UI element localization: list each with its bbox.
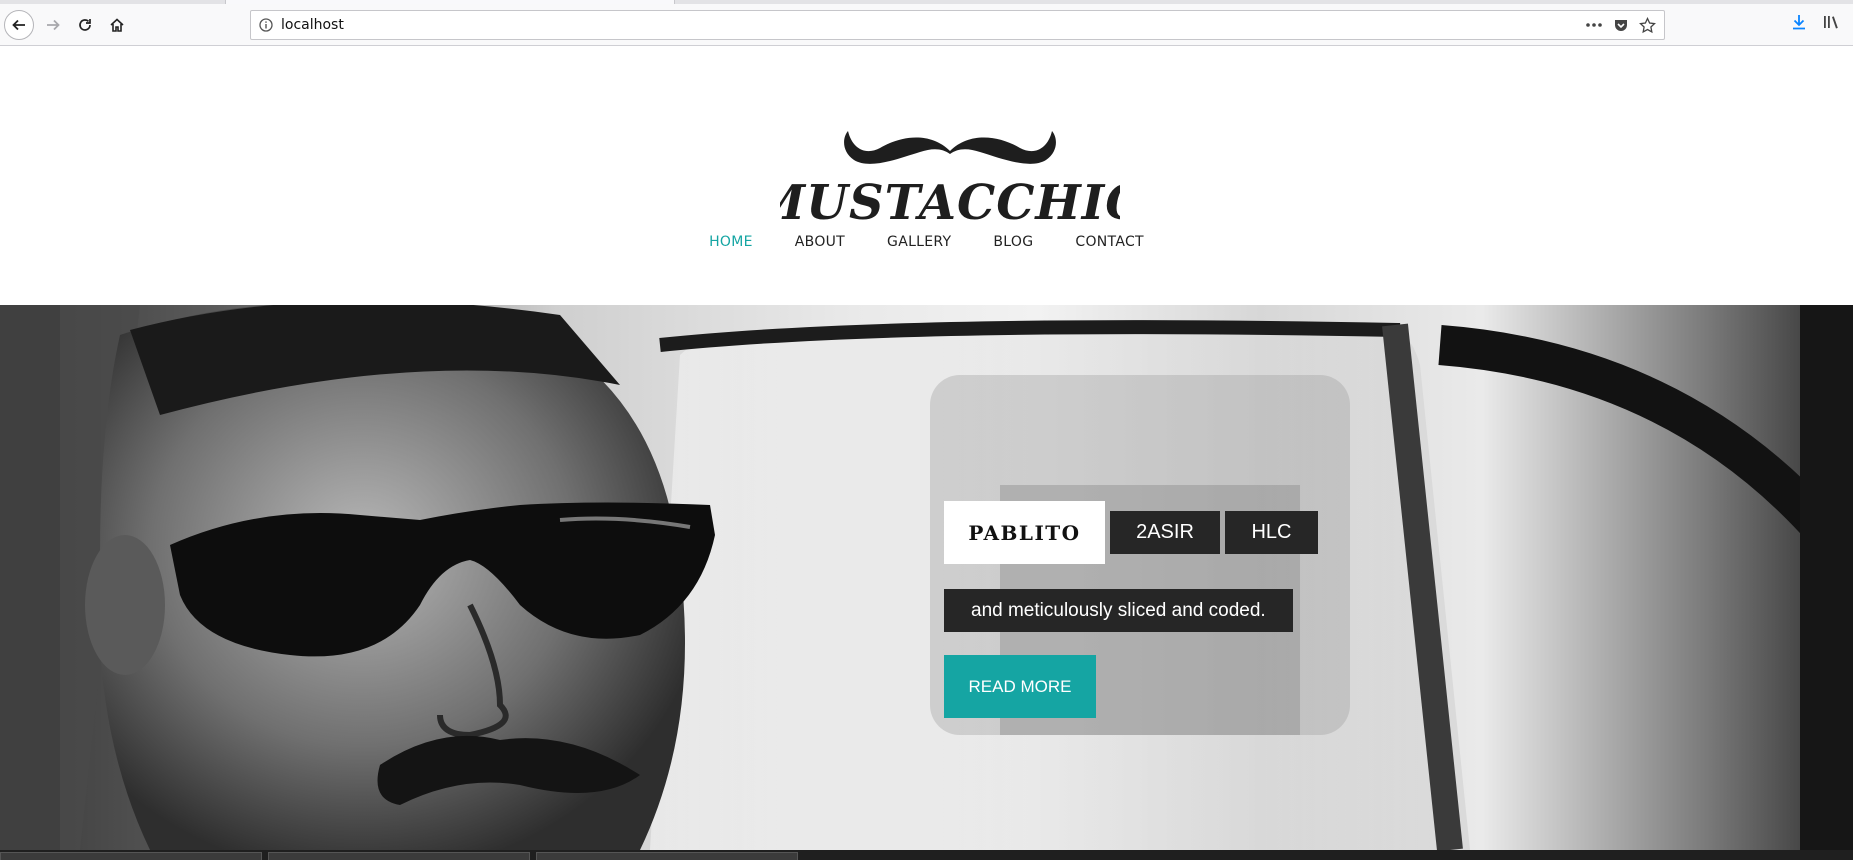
hero-tags: PABLITO 2ASIR HLC	[944, 501, 1318, 564]
hero-tagline: and meticulously sliced and coded.	[944, 589, 1293, 632]
url-bar[interactable]: localhost	[250, 10, 1665, 40]
arrow-left-icon	[12, 19, 25, 31]
mustacchio-logo[interactable]: MUSTACCHIO	[780, 86, 1120, 236]
hero-banner: PABLITO 2ASIR HLC and meticulously slice…	[0, 305, 1853, 850]
tag-label: HLC	[1225, 511, 1318, 554]
back-button[interactable]	[4, 10, 34, 40]
home-button[interactable]	[101, 9, 133, 41]
browser-toolbar: localhost	[0, 4, 1853, 46]
site-header: MUSTACCHIO HOME ABOUT GALLERY BLOG CONTA…	[0, 46, 1853, 305]
os-taskbar	[0, 850, 1853, 860]
pocket-icon[interactable]	[1613, 17, 1629, 33]
nav-item-contact[interactable]: CONTACT	[1054, 234, 1165, 250]
nav-item-home[interactable]: HOME	[688, 234, 774, 250]
url-text[interactable]: localhost	[281, 17, 1585, 33]
library-icon[interactable]	[1823, 14, 1841, 30]
reload-button[interactable]	[69, 9, 101, 41]
info-icon[interactable]	[251, 18, 281, 32]
svg-text:MUSTACCHIO: MUSTACCHIO	[780, 175, 1120, 231]
toolbar-right	[1791, 14, 1841, 30]
nav-item-about[interactable]: ABOUT	[774, 234, 866, 250]
tag-name-label: PABLITO	[944, 501, 1105, 564]
more-horizontal-icon[interactable]	[1585, 22, 1603, 28]
star-icon[interactable]	[1639, 16, 1656, 34]
url-actions	[1585, 16, 1664, 34]
taskbar-item[interactable]	[268, 852, 530, 860]
home-icon	[110, 18, 124, 32]
hero-photo	[0, 305, 1853, 850]
read-more-button[interactable]: READ MORE	[944, 655, 1096, 718]
tag-label: 2ASIR	[1110, 511, 1220, 554]
forward-button[interactable]	[37, 9, 69, 41]
taskbar-item[interactable]	[0, 852, 262, 860]
taskbar-item[interactable]	[536, 852, 798, 860]
main-nav: HOME ABOUT GALLERY BLOG CONTACT	[0, 234, 1853, 250]
nav-item-gallery[interactable]: GALLERY	[866, 234, 972, 250]
download-icon[interactable]	[1791, 14, 1807, 30]
nav-item-blog[interactable]: BLOG	[972, 234, 1054, 250]
reload-icon	[79, 19, 91, 31]
arrow-right-icon	[47, 19, 60, 31]
